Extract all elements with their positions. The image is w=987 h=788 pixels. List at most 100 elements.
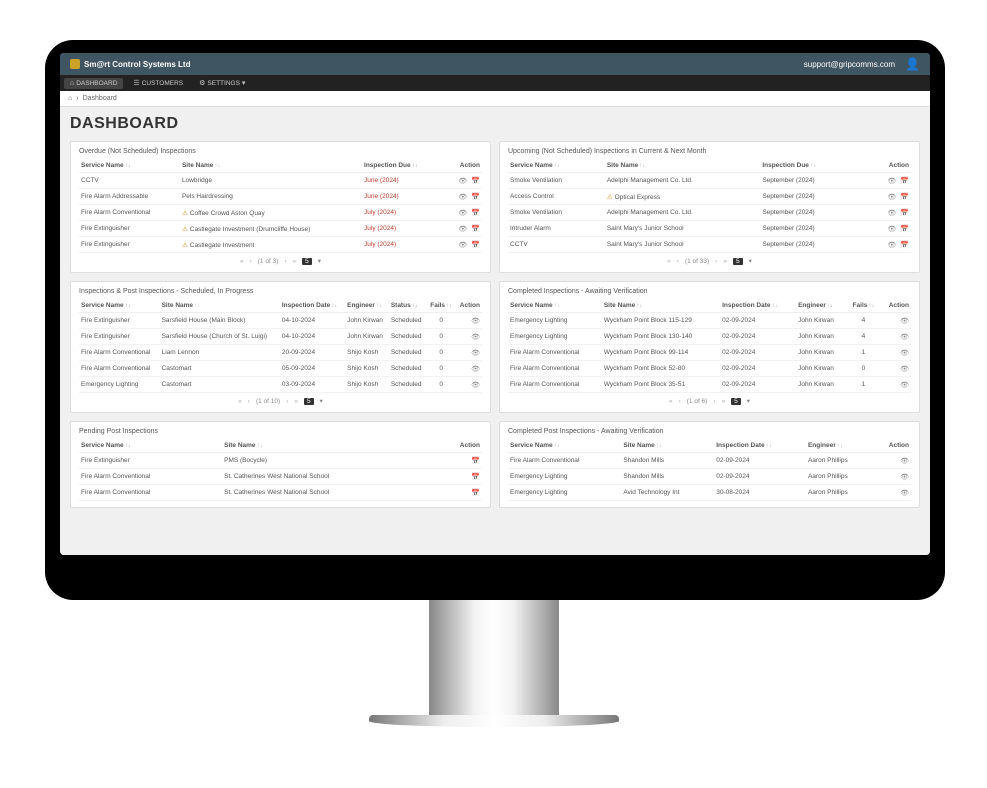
action-cell: 👁📅 bbox=[860, 189, 911, 205]
col-site[interactable]: Site Name↑↓ bbox=[605, 159, 760, 173]
eye-icon[interactable]: 👁 bbox=[900, 318, 909, 325]
pager-first[interactable]: « bbox=[667, 258, 671, 265]
calendar-icon[interactable]: 📅 bbox=[471, 458, 480, 465]
col-fails[interactable]: Fails↑↓ bbox=[427, 299, 455, 313]
col-service[interactable]: Service Name↑↓ bbox=[508, 159, 605, 173]
service-cell: Fire Extinguisher bbox=[79, 221, 180, 237]
table-row: Fire Extinguisher Sarsfield House (Churc… bbox=[79, 329, 482, 345]
eye-icon[interactable]: 👁 bbox=[900, 474, 909, 481]
col-service[interactable]: Service Name↑↓ bbox=[79, 299, 160, 313]
support-email[interactable]: support@gripcomms.com bbox=[804, 60, 895, 69]
pager-next[interactable]: › bbox=[715, 258, 717, 265]
calendar-icon[interactable]: 📅 bbox=[471, 490, 480, 497]
fails-cell: 0 bbox=[427, 313, 455, 329]
eye-icon[interactable]: 👁 bbox=[887, 178, 896, 185]
col-date[interactable]: Inspection Date↑↓ bbox=[720, 299, 796, 313]
eye-icon[interactable]: 👁 bbox=[900, 458, 909, 465]
calendar-icon[interactable]: 📅 bbox=[900, 226, 909, 233]
eye-icon[interactable]: 👁 bbox=[471, 334, 480, 341]
eye-icon[interactable]: 👁 bbox=[458, 210, 467, 217]
calendar-icon[interactable]: 📅 bbox=[471, 194, 480, 201]
pager-size[interactable]: 5 bbox=[731, 398, 741, 405]
calendar-icon[interactable]: 📅 bbox=[900, 194, 909, 201]
pager-prev[interactable]: ‹ bbox=[250, 258, 252, 265]
col-site[interactable]: Site Name↑↓ bbox=[222, 439, 435, 453]
col-service[interactable]: Service Name↑↓ bbox=[79, 159, 180, 173]
pager-last[interactable]: » bbox=[294, 398, 298, 405]
col-date[interactable]: Inspection Date↑↓ bbox=[714, 439, 806, 453]
scheduled-table: Service Name↑↓ Site Name↑↓ Inspection Da… bbox=[79, 299, 482, 393]
col-status[interactable]: Status↑↓ bbox=[389, 299, 427, 313]
col-site[interactable]: Site Name↑↓ bbox=[621, 439, 714, 453]
eye-icon[interactable]: 👁 bbox=[900, 334, 909, 341]
col-engineer[interactable]: Engineer↑↓ bbox=[345, 299, 389, 313]
calendar-icon[interactable]: 📅 bbox=[900, 242, 909, 249]
engineer-cell: John Kirwan bbox=[796, 361, 847, 377]
eye-icon[interactable]: 👁 bbox=[887, 210, 896, 217]
col-site[interactable]: Site Name↑↓ bbox=[602, 299, 720, 313]
col-service[interactable]: Service Name↑↓ bbox=[79, 439, 222, 453]
user-icon[interactable]: 👤 bbox=[905, 57, 920, 71]
pager-first[interactable]: « bbox=[238, 398, 242, 405]
size-chevron-icon: ▾ bbox=[749, 257, 752, 265]
eye-icon[interactable]: 👁 bbox=[900, 366, 909, 373]
col-date[interactable]: Inspection Date↑↓ bbox=[280, 299, 345, 313]
pager-first[interactable]: « bbox=[240, 258, 244, 265]
col-site[interactable]: Site Name↑↓ bbox=[180, 159, 362, 173]
col-fails[interactable]: Fails↑↓ bbox=[847, 299, 880, 313]
nav-settings[interactable]: ⚙SETTINGS▾ bbox=[193, 77, 251, 89]
col-due[interactable]: Inspection Due↑↓ bbox=[760, 159, 860, 173]
pager-next[interactable]: › bbox=[286, 398, 288, 405]
sort-icon: ↑↓ bbox=[868, 303, 874, 309]
calendar-icon[interactable]: 📅 bbox=[471, 474, 480, 481]
nav-customers[interactable]: ☰CUSTOMERS bbox=[127, 77, 189, 89]
eye-icon[interactable]: 👁 bbox=[458, 242, 467, 249]
calendar-icon[interactable]: 📅 bbox=[471, 226, 480, 233]
col-engineer[interactable]: Engineer↑↓ bbox=[796, 299, 847, 313]
pager-prev[interactable]: ‹ bbox=[677, 258, 679, 265]
due-cell: July (2024) bbox=[362, 237, 441, 253]
eye-icon[interactable]: 👁 bbox=[471, 350, 480, 357]
pager-size[interactable]: 5 bbox=[302, 258, 312, 265]
action-cell: 👁 bbox=[455, 377, 482, 393]
eye-icon[interactable]: 👁 bbox=[887, 242, 896, 249]
eye-icon[interactable]: 👁 bbox=[887, 226, 896, 233]
col-site[interactable]: Site Name↑↓ bbox=[160, 299, 280, 313]
pager-prev[interactable]: ‹ bbox=[679, 398, 681, 405]
eye-icon[interactable]: 👁 bbox=[887, 194, 896, 201]
date-cell: 02-09-2024 bbox=[720, 329, 796, 345]
col-engineer[interactable]: Engineer↑↓ bbox=[806, 439, 874, 453]
service-cell: Fire Extinguisher bbox=[79, 453, 222, 469]
pager-last[interactable]: » bbox=[723, 258, 727, 265]
calendar-icon[interactable]: 📅 bbox=[471, 178, 480, 185]
calendar-icon[interactable]: 📅 bbox=[900, 178, 909, 185]
pager-first[interactable]: « bbox=[669, 398, 673, 405]
eye-icon[interactable]: 👁 bbox=[900, 350, 909, 357]
eye-icon[interactable]: 👁 bbox=[900, 490, 909, 497]
eye-icon[interactable]: 👁 bbox=[471, 382, 480, 389]
pager-next[interactable]: › bbox=[284, 258, 286, 265]
col-service[interactable]: Service Name↑↓ bbox=[508, 439, 621, 453]
pager-prev[interactable]: ‹ bbox=[248, 398, 250, 405]
eye-icon[interactable]: 👁 bbox=[471, 318, 480, 325]
nav-dashboard[interactable]: ⌂DASHBOARD bbox=[64, 78, 123, 89]
pager-last[interactable]: » bbox=[293, 258, 297, 265]
col-service[interactable]: Service Name↑↓ bbox=[508, 299, 602, 313]
calendar-icon[interactable]: 📅 bbox=[471, 242, 480, 249]
pager-size[interactable]: 5 bbox=[733, 258, 743, 265]
eye-icon[interactable]: 👁 bbox=[458, 194, 467, 201]
pager-next[interactable]: › bbox=[713, 398, 715, 405]
col-due[interactable]: Inspection Due↑↓ bbox=[362, 159, 441, 173]
eye-icon[interactable]: 👁 bbox=[471, 366, 480, 373]
eye-icon[interactable]: 👁 bbox=[900, 382, 909, 389]
home-icon[interactable]: ⌂ bbox=[68, 95, 72, 102]
eye-icon[interactable]: 👁 bbox=[458, 226, 467, 233]
service-cell: Smoke Ventilation bbox=[508, 173, 605, 189]
eye-icon[interactable]: 👁 bbox=[458, 178, 467, 185]
pager-last[interactable]: » bbox=[722, 398, 726, 405]
sort-icon: ↑↓ bbox=[214, 163, 220, 169]
sort-icon: ↑↓ bbox=[446, 303, 452, 309]
calendar-icon[interactable]: 📅 bbox=[900, 210, 909, 217]
calendar-icon[interactable]: 📅 bbox=[471, 210, 480, 217]
pager-size[interactable]: 5 bbox=[304, 398, 314, 405]
